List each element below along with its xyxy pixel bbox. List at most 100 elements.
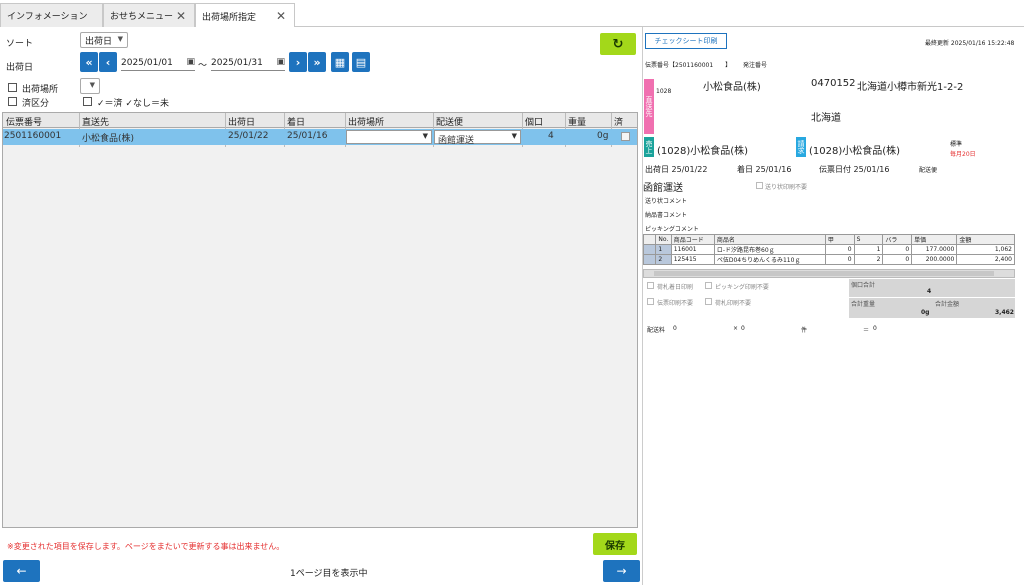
- bill-name: (1028)小松食品(株): [809, 146, 901, 157]
- close-icon[interactable]: ✕: [176, 9, 186, 23]
- arrive-date: 着日 25/01/16: [737, 165, 792, 174]
- calendar-icon[interactable]: ▣: [186, 57, 195, 67]
- weight-box: 合計重量 0g: [849, 298, 933, 318]
- col-carrier[interactable]: 配送便: [436, 115, 463, 128]
- cell-no: 2: [655, 254, 672, 265]
- chevron-down-icon: ▼: [422, 132, 428, 140]
- save-note: ※変更された項目を保存します。ページをまたいで更新する事は出来ません。: [7, 542, 285, 551]
- print-check-sheet-button[interactable]: チェックシート印刷: [645, 33, 727, 49]
- col-slip[interactable]: 伝票番号: [6, 115, 42, 128]
- refresh-button[interactable]: ↻: [600, 33, 636, 55]
- slip-date: 伝票日付 25/01/16: [819, 165, 890, 174]
- carrier-select[interactable]: 函館運送 ▼: [434, 130, 521, 146]
- address: 北海道小樽市新光1-2-2: [857, 82, 964, 93]
- prev-page-button[interactable]: ←: [3, 560, 40, 582]
- cell-pieces: 4: [548, 131, 554, 141]
- double-chevron-left-icon: «: [85, 55, 93, 69]
- equals-sign: ＝: [863, 327, 870, 334]
- done-checkbox[interactable]: [8, 97, 17, 106]
- tag-day-print-checkbox[interactable]: [647, 282, 654, 289]
- double-chevron-right-icon: »: [313, 55, 321, 69]
- next-page-button[interactable]: →: [603, 560, 640, 582]
- calendar-icon[interactable]: ▣: [276, 57, 285, 67]
- tab-ship-place[interactable]: 出荷場所指定 ✕: [195, 3, 295, 28]
- no-label-print-checkbox[interactable]: [756, 182, 763, 189]
- done-filter-checkbox[interactable]: [83, 97, 92, 106]
- times-value: 0: [741, 325, 745, 332]
- tab-label: インフォメーション: [7, 12, 88, 22]
- sort-label: ソート: [6, 39, 34, 49]
- cell-arrive: 25/01/16: [287, 131, 328, 141]
- calendar-month-button[interactable]: ▤: [352, 52, 370, 72]
- shipment-grid: 伝票番号 直送先 出荷日 着日 出荷場所 配送便 個口 重量 済 2501160…: [2, 112, 638, 528]
- sort-select[interactable]: 出荷日 ▼: [80, 32, 128, 48]
- cell-s: 2: [853, 254, 884, 265]
- no-slip-print-checkbox[interactable]: [647, 298, 654, 305]
- page-status: 1ページ目を表示中: [290, 569, 368, 579]
- times-sign: ×: [733, 325, 739, 332]
- no-picking-print-checkbox[interactable]: [705, 282, 712, 289]
- table-row[interactable]: 1 116001 ロ-ド汐路昆布巻60ｇ 0 1 0 177.0000 1,06…: [642, 244, 1015, 255]
- calendar-icon: ▤: [355, 55, 367, 69]
- last-date-button[interactable]: »: [308, 52, 326, 72]
- col-arrive[interactable]: 着日: [287, 115, 305, 128]
- picking-comment: ピッキングコメント: [645, 226, 699, 233]
- ship-place-checkbox[interactable]: [8, 83, 17, 92]
- cell-code: 125415: [670, 254, 715, 265]
- date-to-input[interactable]: 2025/01/31 ▣: [211, 55, 285, 71]
- done-hint: ✓＝済 ✓なし＝未: [97, 99, 169, 109]
- place-select[interactable]: ▼: [346, 130, 432, 144]
- amount-label: 合計金額: [935, 301, 960, 308]
- cell-s: 1: [853, 244, 884, 255]
- col-weight[interactable]: 重量: [568, 115, 586, 128]
- ship-place-select[interactable]: ▼: [80, 78, 100, 94]
- carrier-value: 函館運送: [438, 136, 475, 146]
- col-no: No.: [655, 234, 672, 245]
- slip-detail-panel: チェックシート印刷 最終更新 2025/01/16 15:22:48 伝票番号【…: [642, 27, 1024, 585]
- calendar-button[interactable]: ▦: [331, 52, 349, 72]
- col-ship[interactable]: 出荷日: [228, 115, 255, 128]
- last-updated: 最終更新 2025/01/16 15:22:48: [925, 40, 1015, 47]
- amount-value: 3,462: [995, 309, 1014, 316]
- tab-information[interactable]: インフォメーション: [0, 3, 103, 27]
- sort-value: 出荷日: [85, 36, 113, 47]
- save-button[interactable]: 保存: [593, 533, 637, 555]
- done-row-checkbox[interactable]: [621, 132, 630, 141]
- col-dest[interactable]: 直送先: [82, 115, 109, 128]
- cell-name: ロ-ド汐路昆布巻60ｇ: [713, 244, 826, 255]
- chevron-down-icon: ▼: [511, 132, 517, 140]
- order-number-label: 発注番号: [743, 62, 768, 69]
- cell-bara: 0: [882, 254, 913, 265]
- cell-amount: 1,062: [956, 244, 1015, 255]
- sale-name: (1028)小松食品(株): [657, 146, 749, 157]
- cell-price: 177.0000: [911, 244, 958, 255]
- col-place[interactable]: 出荷場所: [348, 115, 384, 128]
- arrow-left-icon: ←: [16, 564, 27, 578]
- cell-ship: 25/01/22: [228, 131, 269, 141]
- dest-code: 1028: [656, 88, 672, 95]
- close-icon[interactable]: ✕: [276, 9, 286, 23]
- tag-day-print-label: 荷札着日印刷: [657, 284, 694, 291]
- cell-slip: 2501160001: [4, 131, 62, 141]
- col-done[interactable]: 済: [614, 115, 623, 128]
- cell-a: 0: [824, 244, 855, 255]
- date-from-input[interactable]: 2025/01/01 ▣: [121, 55, 195, 71]
- next-date-button[interactable]: ›: [289, 52, 307, 72]
- col-pieces[interactable]: 個口: [525, 115, 543, 128]
- ship-date-label: 出荷日: [6, 63, 34, 73]
- refresh-icon: ↻: [612, 36, 624, 52]
- cell-amount: 2,400: [956, 254, 1015, 265]
- tab-bar: インフォメーション おせちメニュー ✕ 出荷場所指定 ✕: [0, 0, 1024, 28]
- table-row[interactable]: 2501160001 小松食品(株) 25/01/22 25/01/16 ▼ 函…: [3, 129, 637, 146]
- bill-tag: 請求: [796, 137, 806, 157]
- col-a: 甲: [824, 234, 855, 245]
- tab-osechi-menu[interactable]: おせちメニュー ✕: [103, 3, 195, 27]
- first-date-button[interactable]: «: [80, 52, 98, 72]
- prev-date-button[interactable]: ‹: [99, 52, 117, 72]
- chevron-right-icon: ›: [295, 55, 301, 69]
- items-scrollbar[interactable]: [643, 269, 1015, 278]
- no-tag-print-checkbox[interactable]: [705, 298, 712, 305]
- table-row[interactable]: 2 125415 ペ伍D04ちりめんくるみ110ｇ 0 2 0 200.0000…: [642, 254, 1015, 265]
- calendar-icon: ▦: [334, 55, 346, 69]
- items-table: No. 商品コード 商品名 甲 S バラ 単価 金額 1 116001 ロ-ド汐…: [642, 234, 1015, 265]
